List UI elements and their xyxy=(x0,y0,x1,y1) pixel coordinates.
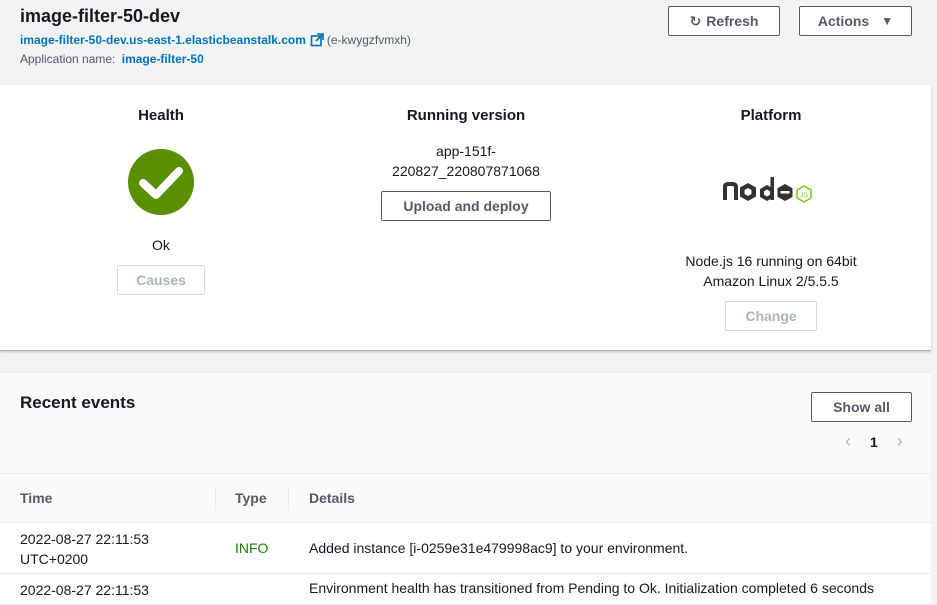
external-link-icon[interactable] xyxy=(310,33,324,47)
event-time: 2022-08-27 22:11:53 UTC+0200 xyxy=(20,529,210,569)
running-version-title: Running version xyxy=(406,107,526,124)
column-header-type[interactable]: Type xyxy=(235,490,267,506)
chevron-right-icon[interactable]: › xyxy=(890,431,910,452)
application-name-link[interactable]: image-filter-50 xyxy=(122,52,204,66)
recent-events-title: Recent events xyxy=(20,393,136,412)
caret-down-icon: ▼ xyxy=(881,14,894,28)
column-divider xyxy=(288,486,289,510)
event-time-zone: UTC+0200 xyxy=(20,551,89,567)
column-header-time[interactable]: Time xyxy=(20,490,52,506)
environment-header: image-filter-50-dev image-filter-50-dev.… xyxy=(0,0,937,85)
table-header: Time Type Details xyxy=(0,473,931,523)
application-name-label: Application name: xyxy=(20,52,116,66)
event-time: 2022-08-27 22:11:53 xyxy=(20,580,210,600)
column-header-details[interactable]: Details xyxy=(309,490,355,506)
version-line-1: app-151f- xyxy=(436,143,496,159)
event-time-date: 2022-08-27 22:11:53 xyxy=(20,582,149,598)
event-details: Added instance [i-0259e31e479998ac9] to … xyxy=(309,540,689,556)
environment-summary-panel: Health Ok Causes Running version app-151… xyxy=(0,85,931,351)
event-time-date: 2022-08-27 22:11:53 xyxy=(20,531,149,547)
environment-url-link[interactable]: image-filter-50-dev.us-east-1.elasticbea… xyxy=(20,33,306,47)
events-table: Time Type Details 2022-08-27 22:11:53 UT… xyxy=(0,473,931,605)
svg-text:JS: JS xyxy=(800,193,809,200)
health-title: Health xyxy=(138,107,184,124)
column-divider xyxy=(215,486,216,510)
version-line-2: 220827_220807871068 xyxy=(392,163,540,179)
platform-description: Node.js 16 running on 64bit Amazon Linux… xyxy=(616,251,926,291)
platform-line-1: Node.js 16 running on 64bit xyxy=(685,253,857,269)
event-type: INFO xyxy=(235,540,269,556)
health-status: Ok xyxy=(152,237,170,253)
environment-url-row: image-filter-50-dev.us-east-1.elasticbea… xyxy=(20,33,411,47)
causes-button[interactable]: Causes xyxy=(117,265,205,295)
refresh-button[interactable]: ↻ Refresh xyxy=(668,6,780,36)
event-details: Environment health has transitioned from… xyxy=(309,580,874,596)
show-all-button[interactable]: Show all xyxy=(811,392,912,422)
upload-and-deploy-button[interactable]: Upload and deploy xyxy=(381,191,551,221)
actions-label: Actions xyxy=(817,13,870,29)
actions-dropdown-button[interactable]: Actions ▼ xyxy=(799,6,912,36)
application-name-row: Application name: image-filter-50 xyxy=(20,52,204,66)
nodejs-logo-icon: JS xyxy=(721,175,817,212)
platform-line-2: Amazon Linux 2/5.5.5 xyxy=(703,273,839,289)
environment-name: image-filter-50-dev xyxy=(20,6,181,26)
table-row: 2022-08-27 22:11:53 UTC+0200 INFO Added … xyxy=(0,523,931,574)
health-ok-check-icon xyxy=(128,149,194,220)
recent-events-panel: Recent events Show all ‹ 1 › Time Type D… xyxy=(0,372,931,605)
table-row: 2022-08-27 22:11:53 Environment health h… xyxy=(0,574,931,605)
pagination: ‹ 1 › xyxy=(838,431,910,452)
chevron-left-icon[interactable]: ‹ xyxy=(838,431,858,452)
environment-id: (e-kwygzfvmxh) xyxy=(326,33,411,47)
refresh-icon: ↻ xyxy=(689,12,702,29)
running-version-label: app-151f- 220827_220807871068 xyxy=(311,141,621,181)
change-platform-button[interactable]: Change xyxy=(725,301,817,331)
page-number[interactable]: 1 xyxy=(870,434,878,450)
refresh-label: Refresh xyxy=(706,13,759,29)
platform-title: Platform xyxy=(740,107,802,124)
